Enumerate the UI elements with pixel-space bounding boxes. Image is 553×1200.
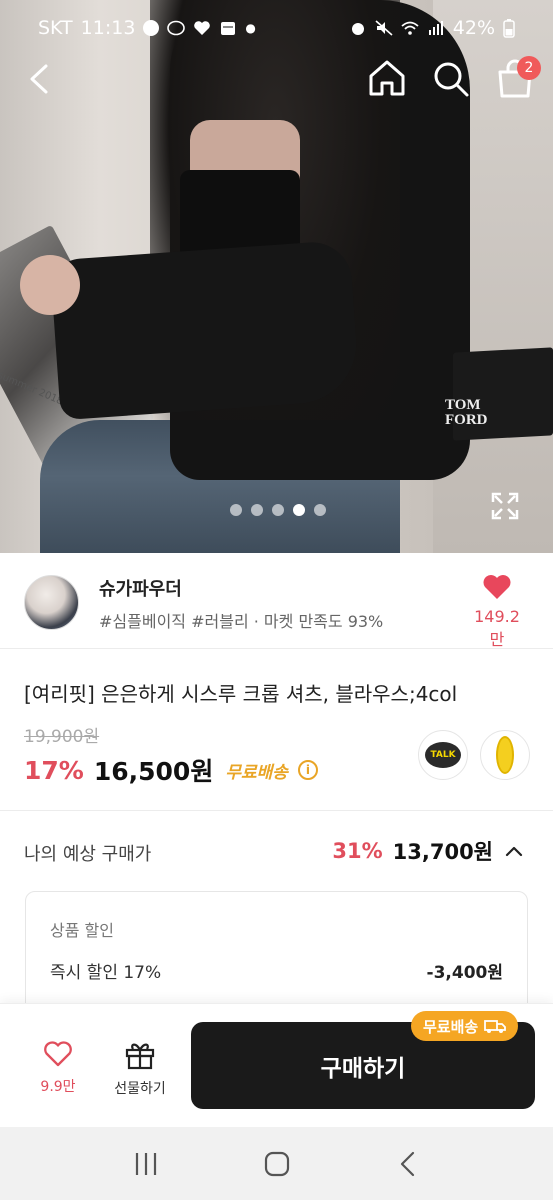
- kakao-talk-button[interactable]: TALK: [418, 730, 468, 780]
- recent-apps-icon: [135, 1152, 156, 1175]
- minus-circle-icon: [143, 20, 160, 36]
- more-notifications-icon: ●: [245, 21, 256, 35]
- alarm-icon: [351, 23, 364, 35]
- signal-icon: [428, 21, 443, 35]
- talk-icon: TALK: [425, 742, 461, 768]
- calendar-notification-icon: [221, 22, 236, 35]
- seller-tags: #심플베이직 #러블리 · 마켓 만족도 93%: [99, 612, 384, 631]
- expected-price: 13,700원: [392, 840, 493, 864]
- mute-icon: [375, 20, 393, 36]
- seller-name[interactable]: 슈가파우더: [99, 575, 182, 601]
- price-row: 17% 16,500원 무료배송 i: [24, 752, 318, 788]
- battery-icon: [503, 19, 515, 38]
- recent-apps-button[interactable]: [131, 1149, 161, 1179]
- discount-rate: 17%: [24, 755, 84, 785]
- seller-avatar[interactable]: [24, 575, 79, 630]
- wifi-icon: [401, 21, 419, 35]
- back-button[interactable]: [20, 58, 62, 100]
- wish-button[interactable]: 9.9만: [30, 1040, 86, 1096]
- system-navigation-bar: [0, 1127, 553, 1200]
- battery-percent: 42%: [452, 17, 495, 39]
- status-bar: SKT 11:13 ● 42%: [0, 0, 553, 56]
- truck-icon: [484, 1020, 507, 1033]
- heart-filled-icon: [483, 575, 511, 599]
- chevron-up-icon: [505, 846, 523, 857]
- free-shipping-badge-label: 무료배송: [423, 1017, 479, 1036]
- product-title: [여리핏] 은은하게 시스루 크롭 셔츠, 블라우스;4col: [24, 682, 458, 706]
- cart-button[interactable]: 2: [495, 56, 541, 100]
- search-button[interactable]: [431, 56, 471, 100]
- cart-count-badge: 2: [517, 56, 541, 80]
- chevron-left-icon: [400, 1151, 414, 1176]
- coin-icon: [496, 736, 514, 774]
- sale-price: 16,500원: [93, 757, 214, 786]
- photo-hand: [20, 255, 80, 315]
- instant-discount-label: 즉시 할인 17%: [50, 963, 162, 983]
- fullscreen-button[interactable]: [491, 492, 519, 520]
- heart-outline-icon: [44, 1041, 72, 1067]
- expected-price-label: 나의 예상 구매가: [24, 844, 152, 865]
- heart-notification-icon: [194, 21, 211, 35]
- photo-arm: [49, 239, 361, 421]
- search-icon: [434, 62, 469, 97]
- carousel-dot-active: [293, 504, 305, 516]
- gift-button[interactable]: 선물하기: [104, 1040, 176, 1098]
- top-actions: 2: [367, 56, 541, 100]
- talk-notification-icon: [167, 20, 186, 36]
- gift-label: 선물하기: [114, 1081, 166, 1097]
- carousel-dot: [272, 504, 284, 516]
- discount-card-title: 상품 할인: [50, 921, 114, 940]
- expected-price-toggle[interactable]: 31% 13,700원: [332, 836, 525, 866]
- carousel-dot: [251, 504, 263, 516]
- original-price: 19,900원: [24, 727, 100, 747]
- carrier-label: SKT: [38, 17, 73, 39]
- free-shipping-badge: 무료배송: [411, 1011, 519, 1041]
- free-shipping-label: 무료배송: [225, 762, 288, 783]
- home-square-icon: [264, 1151, 289, 1176]
- carousel-dot: [230, 504, 242, 516]
- info-icon[interactable]: i: [297, 760, 318, 780]
- instant-discount-value: -3,400원: [426, 963, 503, 983]
- photo-tomford-text: TOM FORD: [445, 397, 488, 428]
- carousel-indicator: [230, 504, 326, 516]
- expand-icon: [491, 492, 519, 520]
- back-system-button[interactable]: [393, 1149, 423, 1179]
- home-icon: [369, 60, 405, 96]
- seller-like-button[interactable]: 149.2만: [467, 573, 527, 650]
- point-coin-button[interactable]: [480, 730, 530, 780]
- gift-icon: [125, 1043, 155, 1070]
- seller-section[interactable]: 슈가파우더 #심플베이직 #러블리 · 마켓 만족도 93% 149.2만: [0, 553, 553, 649]
- time-label: 11:13: [80, 17, 136, 39]
- section-divider: [0, 810, 553, 811]
- chevron-left-icon: [30, 64, 48, 94]
- seller-like-count: 149.2만: [474, 607, 520, 649]
- home-system-button[interactable]: [262, 1149, 292, 1179]
- home-button[interactable]: [367, 56, 407, 100]
- wish-count: 9.9만: [40, 1079, 76, 1095]
- expected-discount-rate: 31%: [332, 839, 383, 863]
- carousel-dot: [314, 504, 326, 516]
